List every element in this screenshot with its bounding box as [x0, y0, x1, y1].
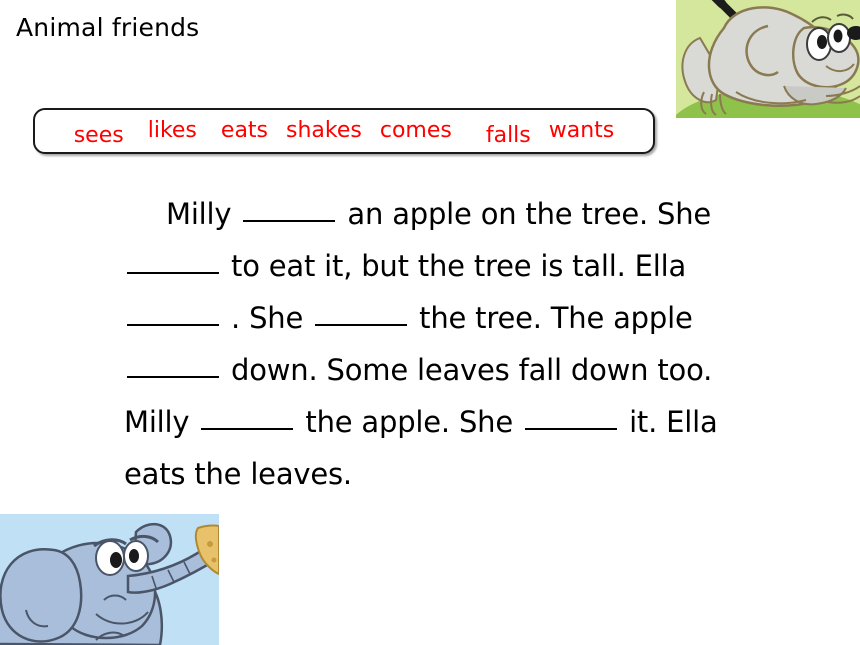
fill-in-blank-3[interactable] — [127, 324, 219, 326]
passage-line-6: eats the leaves. — [124, 457, 352, 491]
word-bank-box: sees likes eats shakes comes falls wants — [33, 108, 655, 154]
word-bank-item-sees[interactable]: sees — [74, 124, 124, 148]
passage-line-5: Milly the apple. She it. Ella — [124, 396, 814, 448]
word-bank-item-eats[interactable]: eats — [221, 119, 268, 143]
word-bank-item-comes[interactable]: comes — [380, 119, 452, 143]
passage-text: Milly an apple on the tree. She to eat i… — [124, 188, 814, 500]
fill-in-blank-6[interactable] — [201, 428, 294, 430]
passage-text-run: . She — [231, 301, 304, 335]
page-title: Animal friends — [16, 13, 200, 42]
fill-in-blank-5[interactable] — [127, 376, 219, 378]
passage-line-4: down. Some leaves fall down too. — [124, 344, 814, 396]
passage-text-run: the tree. The apple — [419, 301, 693, 335]
word-bank-item-wants[interactable]: wants — [549, 119, 615, 143]
slide-canvas: Animal friends sees likes eats shakes co… — [0, 0, 860, 645]
fill-in-blank-2[interactable] — [127, 272, 219, 274]
mouse-illustration-svg — [681, 0, 860, 116]
elephant-illustration-svg — [0, 523, 219, 645]
fill-in-blank-1[interactable] — [243, 220, 336, 222]
passage-text-run: an apple on the tree. She — [347, 197, 712, 231]
passage-text-run: down. Some leaves fall down too. — [231, 353, 713, 387]
word-bank-item-likes[interactable]: likes — [148, 119, 197, 143]
passage-line-1: Milly an apple on the tree. She — [124, 188, 814, 240]
cartoon-mouse-image — [676, 0, 860, 118]
passage-text-run: Milly — [124, 405, 190, 439]
passage-text-run: to eat it, but the tree is tall. Ella — [231, 249, 687, 283]
passage-text-run: the apple. She — [305, 405, 513, 439]
fill-in-blank-4[interactable] — [315, 324, 408, 326]
passage-line-3: . She the tree. The apple — [124, 292, 814, 344]
passage-text-run: it. Ella — [629, 405, 718, 439]
word-bank-list: sees likes eats shakes comes falls wants — [35, 110, 653, 152]
passage-text-run: Milly — [166, 197, 232, 231]
fill-in-blank-7[interactable] — [525, 428, 618, 430]
word-bank-item-shakes[interactable]: shakes — [286, 119, 362, 143]
word-bank-item-falls[interactable]: falls — [486, 124, 531, 148]
passage-line-2: to eat it, but the tree is tall. Ella — [124, 240, 814, 292]
cartoon-elephant-image — [0, 514, 219, 645]
